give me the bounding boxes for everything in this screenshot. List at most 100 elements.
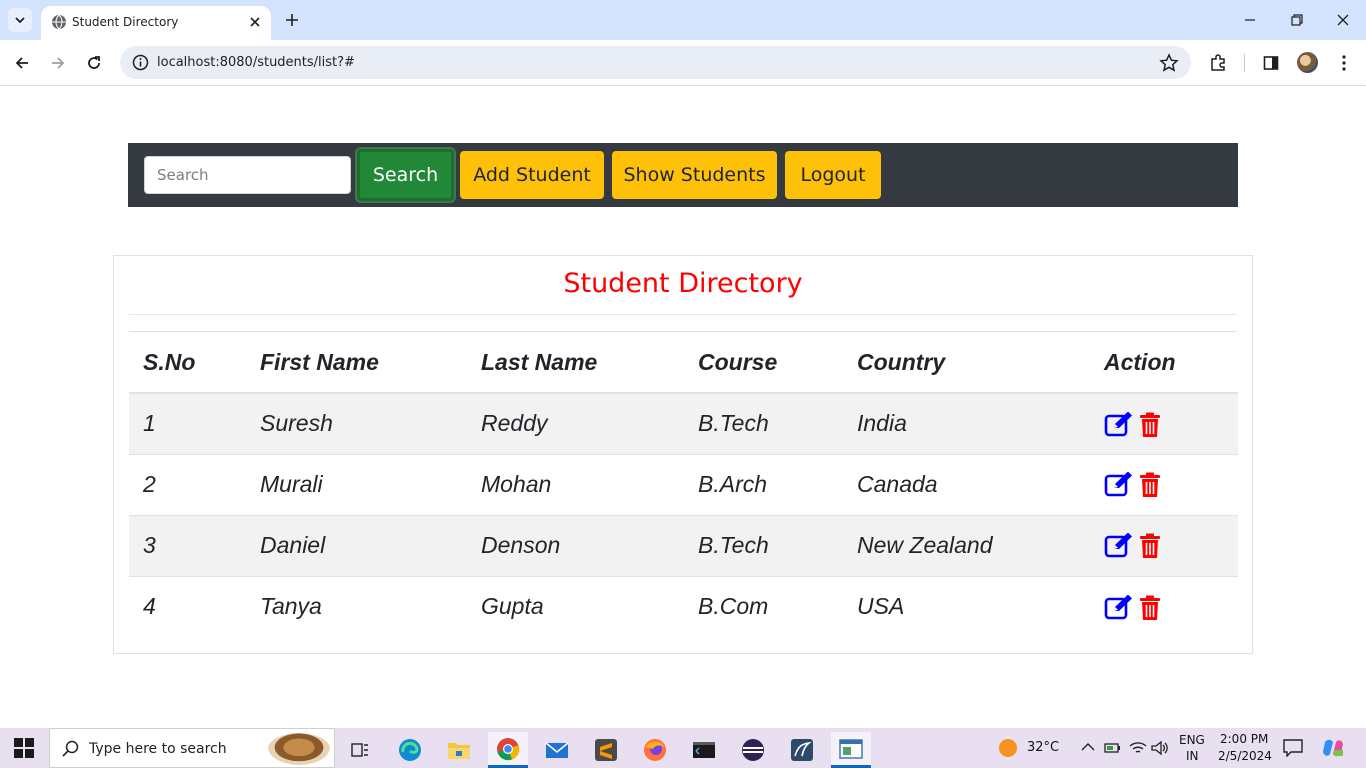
- edit-icon[interactable]: [1104, 594, 1133, 621]
- cell-first-name: Tanya: [246, 575, 467, 637]
- student-directory-card: Student Directory S.No First Name Last N…: [113, 255, 1253, 654]
- cell-last-name: Mohan: [467, 453, 684, 515]
- cell-course: B.Tech: [684, 514, 843, 576]
- file-explorer-icon[interactable]: [439, 732, 479, 768]
- search-icon: [62, 740, 79, 757]
- tab-search-button[interactable]: [8, 8, 32, 32]
- cell-sno: 1: [129, 392, 246, 454]
- region-label[interactable]: IN: [1186, 749, 1199, 763]
- windows-start-icon[interactable]: [14, 738, 34, 758]
- reload-icon[interactable]: [82, 51, 106, 75]
- tab-title: Student Directory: [72, 15, 179, 29]
- address-bar[interactable]: localhost:8080/students/list?#: [120, 46, 1191, 79]
- table-row: 3 Daniel Denson B.Tech New Zealand: [129, 514, 1238, 576]
- toolbar-divider: [1244, 54, 1245, 72]
- mail-icon[interactable]: [537, 732, 577, 768]
- language-label[interactable]: ENG: [1179, 733, 1205, 747]
- active-window-icon[interactable]: [831, 732, 871, 768]
- cell-last-name: Denson: [467, 514, 684, 576]
- cell-country: USA: [843, 575, 1090, 637]
- cell-sno: 2: [129, 453, 246, 515]
- volume-icon[interactable]: [1151, 740, 1169, 756]
- wifi-icon[interactable]: [1129, 740, 1147, 756]
- bookmark-star-icon[interactable]: [1159, 53, 1179, 73]
- cell-last-name: Reddy: [467, 392, 684, 454]
- trash-icon[interactable]: [1139, 595, 1161, 621]
- cell-first-name: Daniel: [246, 514, 467, 576]
- globe-icon: [52, 14, 66, 30]
- weather-temperature[interactable]: 32°C: [1027, 740, 1059, 755]
- mysql-workbench-icon[interactable]: [782, 732, 822, 768]
- edit-icon[interactable]: [1104, 411, 1133, 438]
- chrome-browser-icon[interactable]: [488, 732, 528, 768]
- cell-last-name: Gupta: [467, 575, 684, 637]
- restore-icon[interactable]: [1285, 8, 1309, 32]
- cell-course: B.Com: [684, 575, 843, 637]
- close-window-icon[interactable]: [1331, 8, 1355, 32]
- chevron-down-icon: [15, 17, 25, 24]
- more-menu-icon[interactable]: [1333, 52, 1355, 74]
- cell-action: [1090, 575, 1238, 637]
- new-tab-icon[interactable]: [282, 10, 302, 30]
- trash-icon[interactable]: [1139, 533, 1161, 559]
- table-row: 1 Suresh Reddy B.Tech India: [129, 392, 1238, 454]
- divider: [129, 314, 1237, 315]
- table-row: 4 Tanya Gupta B.Com USA: [129, 575, 1238, 637]
- forward-arrow-icon[interactable]: [46, 51, 70, 75]
- firefox-icon[interactable]: [635, 732, 675, 768]
- cell-country: India: [843, 392, 1090, 454]
- url-text: localhost:8080/students/list?#: [157, 55, 355, 70]
- cell-sno: 3: [129, 514, 246, 576]
- header-action: Action: [1090, 332, 1238, 394]
- chevron-up-icon[interactable]: [1081, 742, 1095, 752]
- notifications-icon[interactable]: [1283, 739, 1303, 757]
- search-input[interactable]: [144, 156, 351, 194]
- weather-sun-icon[interactable]: [998, 738, 1018, 758]
- cell-course: B.Tech: [684, 392, 843, 454]
- search-button[interactable]: Search: [357, 149, 454, 201]
- search-highlight-image: [268, 733, 330, 765]
- header-first-name: First Name: [246, 332, 467, 394]
- trash-icon[interactable]: [1139, 472, 1161, 498]
- header-course: Course: [684, 332, 843, 394]
- cell-first-name: Suresh: [246, 392, 467, 454]
- browser-tabstrip: Student Directory: [0, 0, 1366, 40]
- copilot-icon[interactable]: [1322, 738, 1344, 758]
- taskbar-search-box[interactable]: Type here to search: [49, 728, 335, 768]
- header-sno: S.No: [129, 332, 246, 394]
- browser-tab[interactable]: Student Directory: [41, 6, 271, 40]
- cell-first-name: Murali: [246, 453, 467, 515]
- cell-sno: 4: [129, 575, 246, 637]
- back-arrow-icon[interactable]: [10, 51, 34, 75]
- show-students-button[interactable]: Show Students: [612, 151, 777, 199]
- eclipse-ide-icon[interactable]: [733, 732, 773, 768]
- clock-date[interactable]: 2/5/2024: [1218, 749, 1272, 763]
- mysql-shell-icon[interactable]: [684, 732, 724, 768]
- cell-action: [1090, 453, 1238, 515]
- cell-action: [1090, 514, 1238, 576]
- battery-icon[interactable]: [1104, 740, 1122, 756]
- close-tab-icon[interactable]: [246, 13, 264, 31]
- browser-toolbar: localhost:8080/students/list?#: [0, 40, 1366, 86]
- header-last-name: Last Name: [467, 332, 684, 394]
- profile-avatar[interactable]: [1297, 52, 1318, 73]
- logout-button[interactable]: Logout: [785, 151, 881, 199]
- add-student-button[interactable]: Add Student: [460, 151, 604, 199]
- minimize-icon[interactable]: [1238, 8, 1262, 32]
- trash-icon[interactable]: [1139, 412, 1161, 438]
- students-table: S.No First Name Last Name Course Country…: [129, 332, 1238, 637]
- sublime-text-icon[interactable]: [586, 732, 626, 768]
- task-view-icon[interactable]: [340, 732, 380, 768]
- edit-icon[interactable]: [1104, 533, 1133, 559]
- table-row: 2 Murali Mohan B.Arch Canada: [129, 453, 1238, 515]
- extensions-puzzle-icon[interactable]: [1207, 52, 1229, 74]
- table-header-row: S.No First Name Last Name Course Country…: [129, 332, 1238, 394]
- clock-time[interactable]: 2:00 PM: [1220, 732, 1268, 746]
- cell-country: Canada: [843, 453, 1090, 515]
- taskbar-search-placeholder: Type here to search: [89, 741, 227, 757]
- side-panel-icon[interactable]: [1260, 52, 1282, 74]
- edge-browser-icon[interactable]: [390, 732, 430, 768]
- windows-taskbar: Type here to search 32°C ENG IN 2:00 PM …: [0, 728, 1366, 768]
- edit-icon[interactable]: [1104, 472, 1133, 498]
- site-info-icon[interactable]: [132, 54, 149, 71]
